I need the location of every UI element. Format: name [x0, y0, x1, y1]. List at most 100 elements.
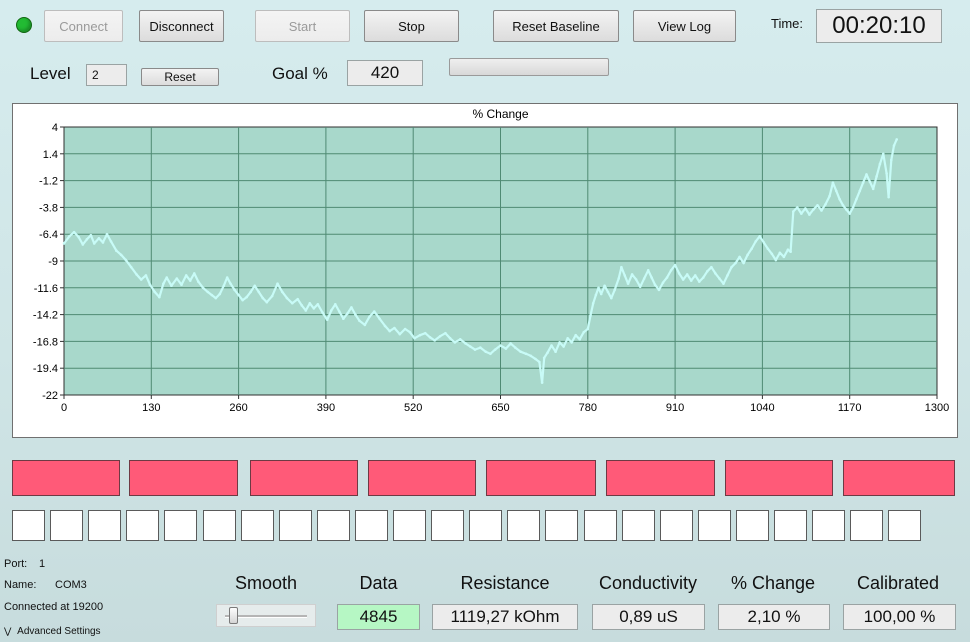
data-point: [855, 197, 858, 201]
data-point: [201, 286, 205, 290]
data-point: [895, 138, 899, 141]
data-point: [774, 258, 778, 262]
indicator-cell-23: [850, 510, 883, 541]
data-point: [393, 326, 396, 330]
data-point: [68, 234, 71, 238]
data-point: [378, 317, 381, 321]
data-point: [710, 265, 713, 269]
indicator-cell-1: [12, 510, 45, 541]
data-point: [626, 282, 630, 285]
data-point: [630, 273, 634, 276]
data-point: [546, 351, 549, 355]
data-point: [354, 313, 357, 316]
data-point: [782, 255, 786, 259]
data-point: [304, 309, 308, 312]
goal-field[interactable]: 420: [347, 60, 423, 86]
data-point: [881, 152, 885, 156]
smooth-slider[interactable]: [216, 604, 316, 627]
data-point: [538, 360, 541, 364]
data-point: [372, 310, 376, 313]
y-tick-label: -11.6: [34, 283, 58, 295]
indicator-cell-24: [888, 510, 921, 541]
data-point: [165, 276, 169, 279]
level-reset-button[interactable]: Reset: [141, 68, 219, 86]
data-point: [444, 331, 447, 335]
data-point: [101, 241, 105, 244]
data-point: [613, 288, 616, 292]
data-point: [838, 197, 841, 201]
data-point: [681, 278, 685, 281]
level-field[interactable]: 2: [86, 64, 127, 86]
data-point: [871, 187, 875, 191]
data-point: [778, 251, 782, 255]
data-point: [665, 276, 669, 279]
y-tick-label: 4: [52, 122, 58, 134]
data-point: [148, 283, 152, 287]
stop-button[interactable]: Stop: [364, 10, 459, 42]
data-point: [789, 250, 792, 254]
data-point: [403, 327, 407, 331]
data-point: [197, 280, 200, 283]
time-display: 00:20:10: [816, 9, 942, 43]
start-button[interactable]: Start: [255, 10, 350, 42]
data-point: [92, 242, 96, 245]
x-tick-label: 130: [142, 402, 160, 414]
port-label: Port:: [4, 558, 28, 570]
disconnect-button[interactable]: Disconnect: [139, 10, 224, 42]
data-point: [620, 265, 623, 269]
data-point: [458, 338, 462, 341]
data-point: [180, 283, 183, 287]
connect-button[interactable]: Connect: [44, 10, 123, 42]
data-point: [468, 345, 472, 348]
data-point: [214, 296, 218, 300]
data-point: [241, 298, 244, 302]
data-point: [312, 307, 316, 310]
data-value: 4845: [337, 604, 420, 630]
data-point: [325, 318, 329, 322]
data-point: [192, 272, 196, 275]
data-point: [484, 350, 488, 354]
view-log-button[interactable]: View Log: [633, 10, 736, 42]
data-point: [296, 297, 299, 301]
resistance-value: 1119,27 kOhm: [432, 604, 578, 630]
reset-baseline-button[interactable]: Reset Baseline: [493, 10, 619, 42]
advanced-settings-toggle[interactable]: ⋁ Advanced Settings: [4, 626, 101, 637]
y-tick-label: -22: [42, 390, 58, 402]
indicator-bar-7: [725, 460, 833, 496]
y-tick-label: -19.4: [33, 363, 58, 375]
port-value: 1: [39, 558, 46, 570]
data-point: [706, 270, 709, 273]
data-point: [816, 204, 819, 207]
data-point: [413, 337, 416, 340]
data-point: [550, 344, 553, 347]
data-point: [408, 330, 412, 334]
smooth-slider-thumb[interactable]: [229, 607, 238, 624]
data-point: [582, 330, 586, 334]
data-point: [261, 296, 265, 300]
data-point: [603, 284, 606, 288]
indicator-cell-21: [774, 510, 807, 541]
data-point: [722, 282, 725, 285]
time-value: 00:20:10: [832, 12, 926, 39]
indicator-cell-15: [545, 510, 578, 541]
data-point: [754, 240, 757, 243]
data-point: [718, 277, 721, 280]
data-point: [646, 268, 650, 272]
chevron-down-icon: ⋁: [4, 626, 12, 636]
calibrated-value: 100,00 %: [843, 604, 956, 630]
data-point: [673, 263, 677, 267]
data-point: [276, 282, 279, 285]
data-point: [175, 277, 179, 280]
data-point: [329, 309, 333, 312]
data-point: [529, 354, 533, 358]
data-point: [887, 195, 890, 199]
data-point: [300, 304, 304, 307]
data-point: [499, 344, 502, 347]
data-point: [746, 253, 749, 257]
data-point: [338, 310, 341, 313]
data-point: [812, 208, 815, 211]
data-point: [726, 274, 729, 277]
percent-change-chart: % Change 0 130 260 390 520 650 780 910 1040 1170 13…: [12, 103, 958, 438]
indicator-cell-14: [507, 510, 540, 541]
data-point: [824, 203, 827, 206]
